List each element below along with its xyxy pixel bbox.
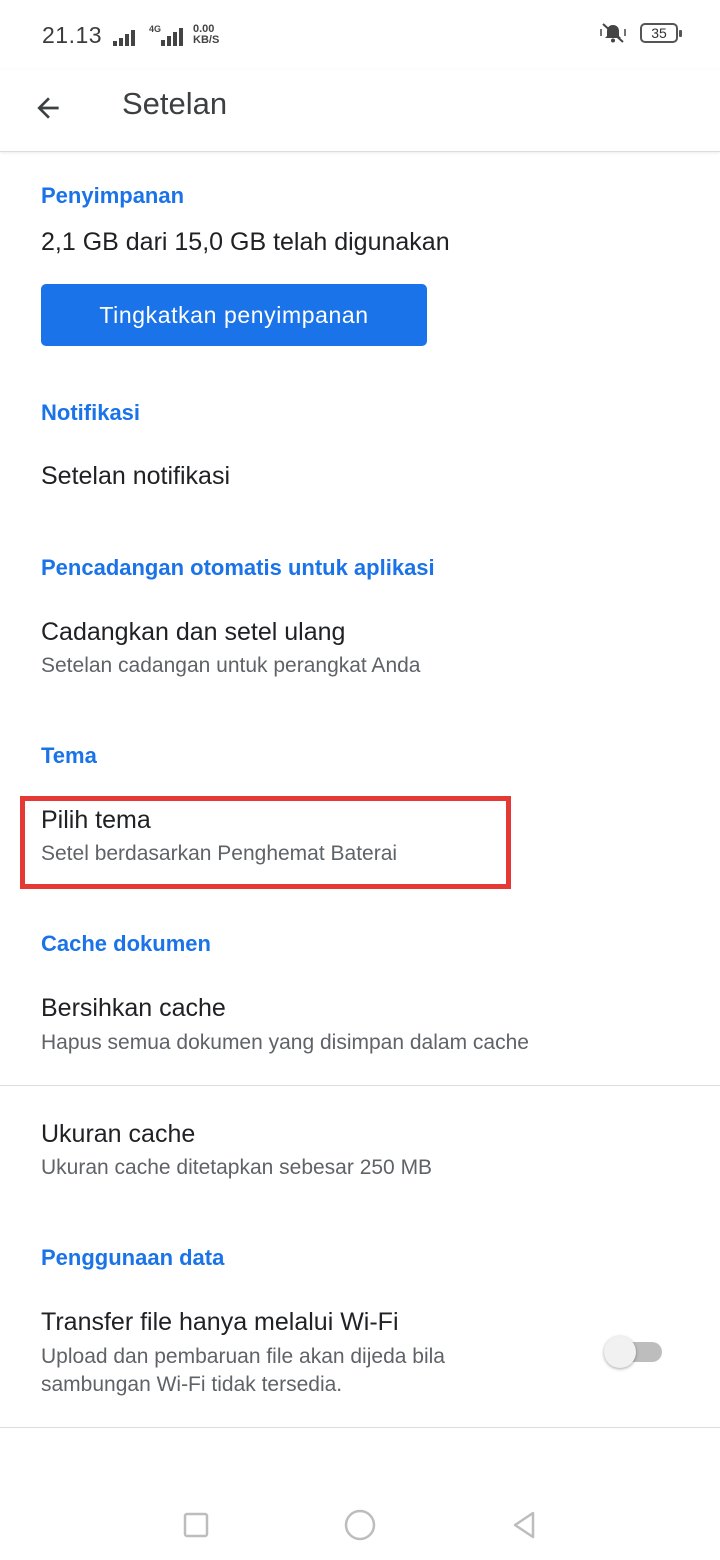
item-subtitle: Hapus semua dokumen yang disimpan dalam …	[41, 1031, 529, 1054]
highlight-box	[20, 796, 511, 889]
section-header-notifications: Notifikasi	[41, 400, 141, 425]
item-subtitle: Ukuran cache ditetapkan sebesar 250 MB	[41, 1156, 433, 1179]
system-nav-bar	[0, 1480, 720, 1560]
toggle-thumb	[604, 1336, 636, 1368]
section-header-backup: Pencadangan otomatis untuk aplikasi	[41, 555, 435, 580]
arrow-back-icon	[37, 97, 59, 119]
back-button[interactable]	[22, 82, 74, 134]
settings-item-clear-cache[interactable]: Bersihkan cache Hapus semua dokumen yang…	[0, 975, 720, 1083]
recents-button[interactable]	[171, 1500, 221, 1550]
item-subtitle: Setelan cadangan untuk perangkat Anda	[41, 654, 421, 677]
item-subtitle-line1: Upload dan pembaruan file akan dijeda bi…	[41, 1345, 445, 1368]
item-subtitle-line2: sambungan Wi-Fi tidak tersedia.	[41, 1373, 343, 1396]
divider	[0, 1085, 720, 1086]
item-title: Bersihkan cache	[41, 994, 226, 1022]
home-circle-icon	[344, 1509, 376, 1541]
nav-back-button[interactable]	[499, 1500, 549, 1550]
upgrade-storage-button[interactable]: Tingkatkan penyimpanan	[41, 284, 427, 346]
item-title: Ukuran cache	[41, 1120, 196, 1148]
app-bar: Setelan	[0, 70, 720, 152]
recents-square-icon	[183, 1512, 209, 1538]
settings-item-notifications[interactable]: Setelan notifikasi	[0, 440, 720, 520]
storage-usage-text: 2,1 GB dari 15,0 GB telah digunakan	[41, 228, 450, 256]
vibrate-icon	[600, 23, 626, 43]
home-button[interactable]	[335, 1500, 385, 1550]
battery-icon: 35	[640, 23, 682, 43]
signal-4g-icon: 4G	[149, 24, 183, 46]
signal-icon	[113, 30, 135, 46]
net-speed: 0.00 KB/S	[193, 24, 219, 46]
section-header-data-usage: Penggunaan data	[41, 1245, 225, 1270]
section-header-theme: Tema	[41, 743, 97, 768]
item-title: Cadangkan dan setel ulang	[41, 618, 346, 646]
back-triangle-icon	[513, 1511, 535, 1539]
wifi-only-toggle[interactable]	[604, 1336, 662, 1368]
settings-item-cache-size[interactable]: Ukuran cache Ukuran cache ditetapkan seb…	[0, 1100, 720, 1200]
page-title: Setelan	[122, 86, 228, 121]
item-title: Setelan notifikasi	[41, 462, 231, 490]
net-speed-unit: KB/S	[193, 34, 220, 46]
section-header-storage: Penyimpanan	[41, 183, 185, 208]
item-title: Transfer file hanya melalui Wi-Fi	[41, 1308, 399, 1336]
status-bar: 21.13 4G 0.00 KB/S 35	[0, 0, 720, 70]
status-right: 35	[600, 22, 682, 44]
settings-item-backup[interactable]: Cadangkan dan setel ulang Setelan cadang…	[0, 600, 720, 700]
section-header-cache: Cache dokumen	[41, 931, 211, 956]
status-signals: 4G 0.00 KB/S	[113, 24, 219, 46]
status-time: 21.13	[42, 22, 103, 48]
divider	[0, 1427, 720, 1428]
